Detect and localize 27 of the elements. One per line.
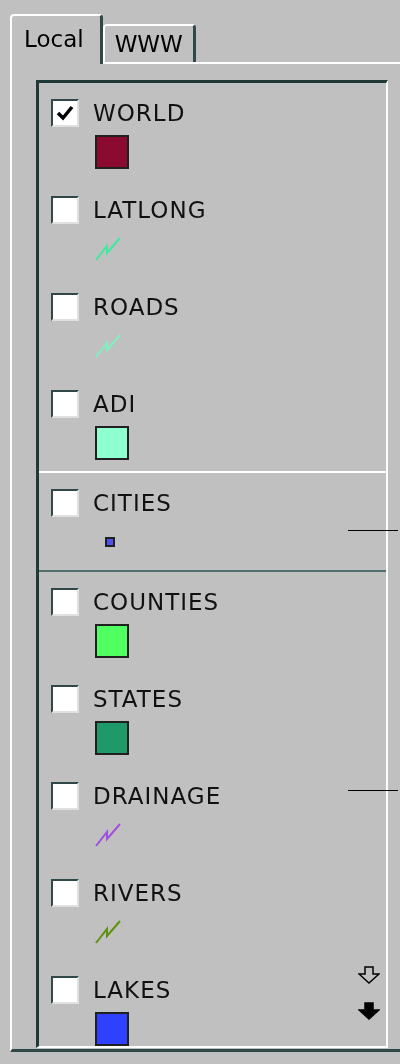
checkbox[interactable] <box>51 489 79 517</box>
checkbox[interactable] <box>51 293 79 321</box>
checkmark-icon <box>55 103 75 123</box>
checkbox[interactable] <box>51 390 79 418</box>
layer-name: STATES <box>93 686 183 712</box>
checkbox[interactable] <box>51 782 79 810</box>
tab[interactable]: Local <box>10 14 103 64</box>
checkbox[interactable] <box>51 196 79 224</box>
checkbox[interactable] <box>51 588 79 616</box>
layer-name: COUNTIES <box>93 589 220 615</box>
checkbox[interactable] <box>51 976 79 1004</box>
layer-name: DRAINAGE <box>93 783 222 809</box>
layer-name: WORLD <box>93 100 186 126</box>
layer-name: LAKES <box>93 977 172 1003</box>
checkbox[interactable] <box>51 879 79 907</box>
layer-name: ROADS <box>93 294 180 320</box>
layer-name: ADI <box>93 391 137 417</box>
layer-name: RIVERS <box>93 880 183 906</box>
leader-line <box>348 530 398 531</box>
tab[interactable]: WWW <box>102 24 196 62</box>
checkbox[interactable] <box>51 685 79 713</box>
scroll-down-arrow-icon[interactable] <box>358 1002 380 1020</box>
layer-name: CITIES <box>93 490 172 516</box>
leader-line <box>348 790 398 791</box>
checkbox[interactable] <box>51 99 79 127</box>
layer-name: LATLONG <box>93 197 207 223</box>
scroll-up-arrow-icon[interactable] <box>358 966 380 984</box>
